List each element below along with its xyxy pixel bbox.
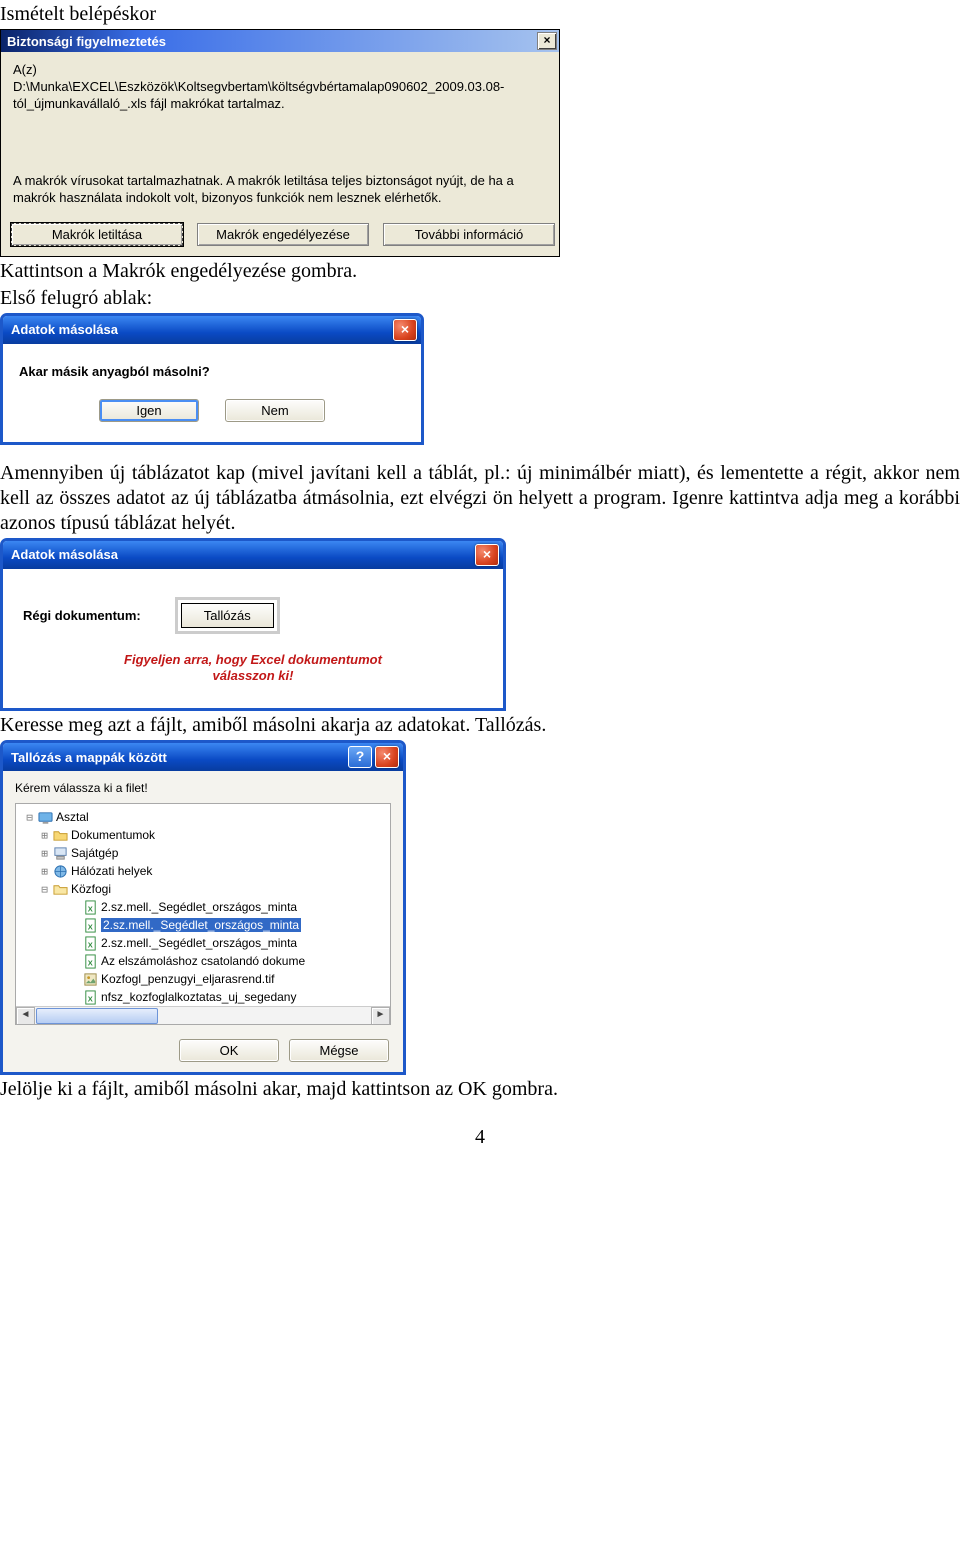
browse-button[interactable]: Tallózás [181,603,274,628]
scroll-thumb[interactable] [36,1008,158,1024]
paragraph-explain-copy: Amennyiben új táblázatot kap (mivel javí… [0,461,960,536]
enable-macros-button[interactable]: Makrók engedélyezése [197,223,369,246]
page-number: 4 [0,1126,960,1149]
file-icon: X [82,953,98,969]
svg-text:X: X [87,922,92,931]
close-icon[interactable]: × [375,746,399,768]
no-button[interactable]: Nem [225,399,325,422]
tree-file-label: 2.sz.mell._Segédlet_országos_minta [101,900,297,914]
heading-repeated-login: Ismételt belépéskor [0,2,960,27]
dlg-copy-titlebar[interactable]: Adatok másolása × [3,316,421,344]
paragraph-find-file: Keresse meg azt a fájlt, amiből másolni … [0,713,960,738]
tree-file-item[interactable]: X Az elszámoláshoz csatolandó dokume [22,952,390,970]
tree-file-item[interactable]: X 2.sz.mell._Segédlet_országos_minta [22,898,390,916]
tree-file-label: nfsz_kozfoglalkoztatas_uj_segedany [101,990,296,1004]
tree-item-network[interactable]: ⊞ Hálózati helyek [22,862,390,880]
tree-file-item[interactable]: X 2.sz.mell._Segédlet_országos_minta [22,934,390,952]
text-click-enable: Kattintson a Makrók engedélyezése gombra… [0,259,960,284]
tree-file-label: 2.sz.mell._Segédlet_országos_minta [101,918,301,932]
svg-text:X: X [87,940,92,949]
dlg-security-title: Biztonsági figyelmeztetés [7,34,166,49]
close-icon[interactable]: × [475,544,499,566]
tree-item-ktvrtm[interactable]: ⊞ KTVRTM [22,1024,390,1025]
security-line-az: A(z) [13,62,547,77]
dlg-browse-source: Adatok másolása × Régi dokumentum: Talló… [0,538,506,712]
file-icon: X [82,917,98,933]
tree-file-item[interactable]: Kozfogl_penzugyi_eljarasrend.tif [22,970,390,988]
folder-icon [52,827,68,843]
scroll-right-button[interactable]: ► [371,1007,390,1025]
tree-file-label: 2.sz.mell._Segédlet_országos_minta [101,936,297,950]
file-icon: X [82,935,98,951]
dlg-security-warning: Biztonsági figyelmeztetés × A(z) D:\Munk… [0,29,560,257]
ok-button[interactable]: OK [179,1039,279,1062]
horizontal-scrollbar[interactable]: ◄ ► [16,1006,390,1024]
desktop-icon [37,809,53,825]
dlg-folder-titlebar[interactable]: Tallózás a mappák között ? × [3,743,403,771]
dlg-browse-title: Adatok másolása [11,547,118,562]
old-document-label: Régi dokumentum: [23,608,141,623]
computer-icon [52,845,68,861]
dlg-copy-title: Adatok másolása [11,322,118,337]
dlg-browse-titlebar[interactable]: Adatok másolása × [3,541,503,569]
tree-item-mycomputer[interactable]: ⊞ Sajátgép [22,844,390,862]
scroll-left-button[interactable]: ◄ [16,1007,35,1025]
excel-warning-text: Figyeljen arra, hogy Excel dokumentumot … [23,652,483,685]
close-icon[interactable]: × [393,319,417,341]
tree-file-label: Kozfogl_penzugyi_eljarasrend.tif [101,972,274,986]
svg-text:X: X [87,958,92,967]
tree-item-documents[interactable]: ⊞ Dokumentumok [22,826,390,844]
tree-file-label: Az elszámoláshoz csatolandó dokume [101,954,305,968]
security-warning-text: A makrók vírusokat tartalmazhatnak. A ma… [13,173,547,207]
tree-item-kozfogi[interactable]: ⊟ Közfogi [22,880,390,898]
tree-file-item[interactable]: Xnfsz_kozfoglalkoztatas_uj_segedany [22,988,390,1006]
disable-macros-button[interactable]: Makrók letiltása [11,223,183,246]
folder-prompt: Kérem válassza ki a filet! [15,781,391,795]
close-icon[interactable]: × [537,32,557,50]
dlg-security-titlebar[interactable]: Biztonsági figyelmeztetés × [1,30,559,52]
network-icon [52,863,68,879]
dlg-folder-title: Tallózás a mappák között [11,750,167,765]
file-icon: X [82,989,98,1005]
tree-item-desktop[interactable]: ⊟ Asztal [22,808,390,826]
folder-open-icon [52,881,68,897]
svg-text:X: X [87,904,92,913]
paragraph-select-file: Jelölje ki a fájlt, amiből másolni akar,… [0,1077,960,1102]
security-file-path: D:\Munka\EXCEL\Eszközök\Koltsegvbertam\k… [13,79,547,113]
dlg-copy-data: Adatok másolása × Akar másik anyagból má… [0,313,424,445]
file-icon: X [82,899,98,915]
more-info-button[interactable]: További információ [383,223,555,246]
svg-text:X: X [87,994,92,1003]
yes-button[interactable]: Igen [99,399,199,422]
text-first-popup: Első felugró ablak: [0,286,960,311]
copy-question: Akar másik anyagból másolni? [19,364,405,379]
dlg-folder-browse: Tallózás a mappák között ? × Kérem válas… [0,740,406,1075]
file-icon [82,971,98,987]
tree-file-item[interactable]: X 2.sz.mell._Segédlet_országos_minta [22,916,390,934]
folder-tree[interactable]: ⊟ Asztal ⊞ Dokumentumok ⊞ Sajátgép [15,803,391,1025]
cancel-button[interactable]: Mégse [289,1039,389,1062]
help-icon[interactable]: ? [348,746,372,768]
